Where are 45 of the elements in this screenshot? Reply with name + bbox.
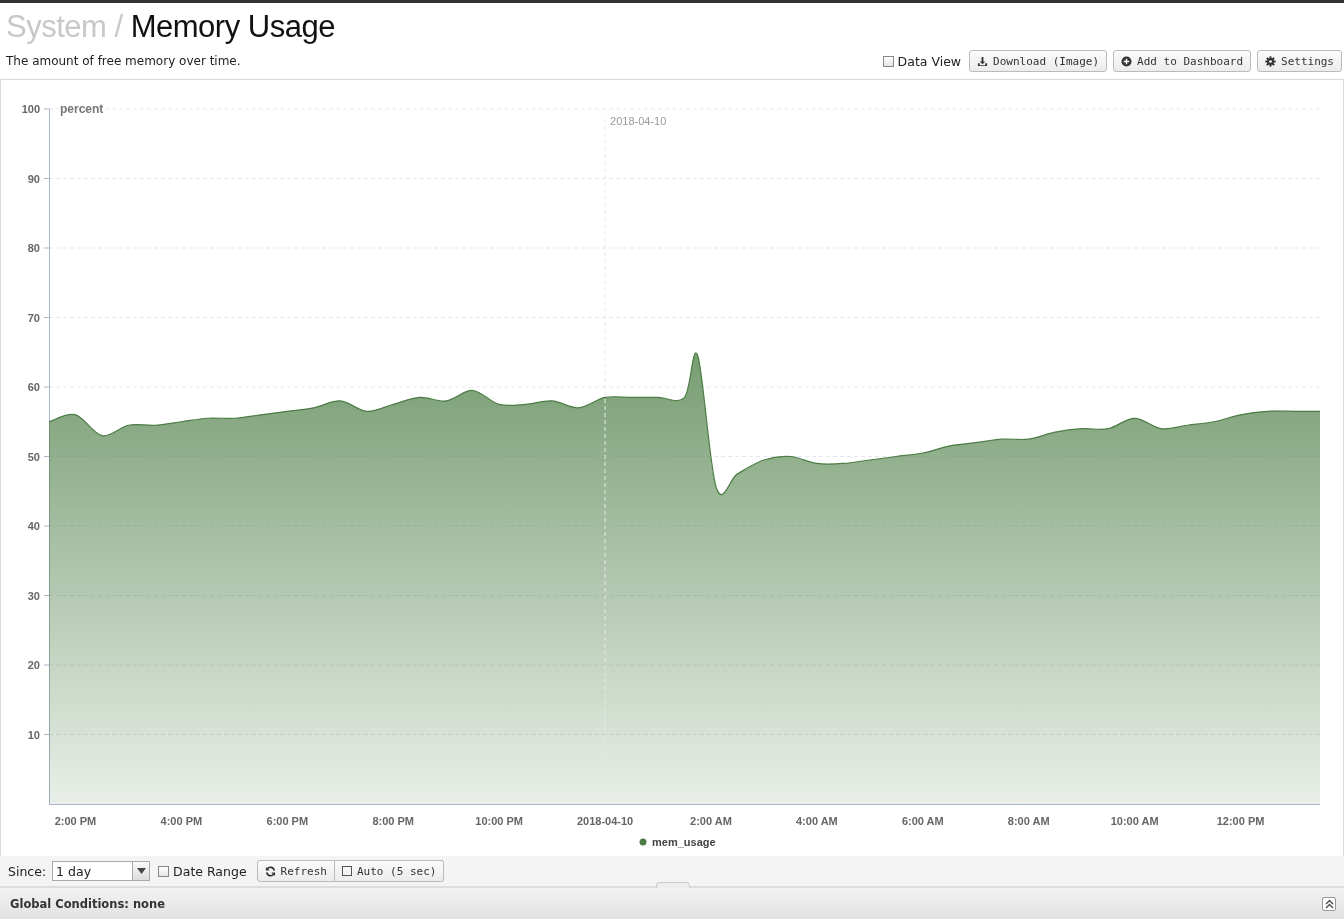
y-axis-label: 30 [27,589,40,602]
x-axis-label: 10:00 PM [475,815,523,827]
checkbox[interactable] [882,55,894,67]
y-axis-label: 40 [27,520,40,532]
x-axis-label: 4:00 PM [160,815,203,827]
description: The amount of free memory over time. [6,54,241,68]
data-view-label[interactable]: Data View [897,53,962,69]
x-axis-label: 2018-04-10 [576,815,634,827]
y-axis-label: 100 [21,103,40,115]
x-axis-label: 8:00 AM [1007,815,1050,827]
toolbar-button[interactable]: Settings [1257,50,1342,72]
y-axis-label: 10 [27,728,40,741]
global-conditions-label: Global Conditions: none [10,896,165,911]
auto-refresh-button[interactable]: Auto (5 sec) [334,860,445,882]
since-dropdown[interactable]: 1 day [52,861,151,881]
download-icon [977,55,989,67]
since-label: Since: [8,863,47,879]
toolbar-button[interactable]: Download (Image) [969,50,1108,72]
toolbar-button[interactable]: Add to Dashboard [1113,50,1251,72]
y-axis-label: 60 [27,381,40,393]
x-axis-label: 6:00 AM [901,815,944,827]
y-axis-label: 50 [27,450,40,463]
refresh-icon [264,865,276,877]
x-axis-label: 10:00 AM [1110,815,1159,827]
y-axis-label: 70 [27,311,40,324]
y-axis-label: 20 [27,659,40,671]
x-axis-label: 8:00 PM [372,815,414,827]
x-axis-label: 2:00 AM [690,815,732,827]
checkbox[interactable] [158,865,170,877]
settings-icon [1265,55,1276,67]
x-axis-label: 2:00 PM [54,815,97,827]
refresh-button[interactable]: Refresh [256,860,335,882]
plus-circle-icon [1121,55,1133,67]
expand-button[interactable] [1322,896,1336,911]
x-axis-label: 6:00 PM [266,815,309,827]
marker-label: 2018-04-10 [610,115,667,127]
page-title: Memory Usage [130,9,335,44]
legend-label[interactable]: mem_usage [652,836,716,848]
y-axis-label: 90 [27,172,40,185]
y-axis-label: 80 [27,242,40,254]
x-axis-label: 4:00 AM [796,815,838,827]
caret-icon [136,868,146,874]
x-axis-label: 12:00 PM [1216,815,1265,827]
y-axis-title: percent [60,102,104,116]
date-range-label[interactable]: Date Range [173,863,247,879]
